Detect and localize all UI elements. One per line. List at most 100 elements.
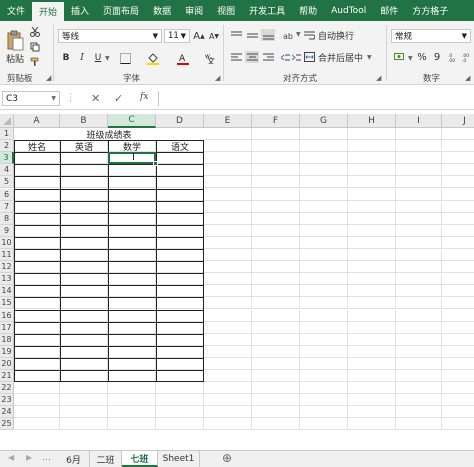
grid-cell[interactable] (252, 357, 300, 370)
grid-cell[interactable] (252, 370, 300, 383)
grid-cell[interactable] (252, 224, 300, 237)
grid-cell[interactable] (204, 188, 252, 201)
grid-cell[interactable] (396, 140, 442, 153)
table-header-cell[interactable]: 语文 (156, 140, 204, 153)
grow-font-button[interactable]: A ▲ (193, 29, 205, 43)
grid-cell[interactable] (348, 370, 396, 383)
align-bottom-button[interactable] (261, 29, 275, 41)
grid-cell[interactable] (14, 152, 60, 165)
grid-cell[interactable] (300, 140, 348, 153)
ribbon-tab[interactable]: 帮助 (292, 0, 324, 21)
grid-cell[interactable] (442, 164, 474, 177)
grid-cell[interactable] (156, 152, 204, 165)
grid-cell[interactable] (14, 321, 60, 334)
grid-cell[interactable] (396, 261, 442, 274)
table-header-cell[interactable]: 姓名 (14, 140, 60, 153)
row-header[interactable]: 4 (0, 164, 14, 177)
grid-cell[interactable] (204, 200, 252, 213)
row-header[interactable]: 21 (0, 370, 14, 383)
grid-cell[interactable] (300, 370, 348, 383)
row-header[interactable]: 23 (0, 394, 14, 407)
formula-input[interactable] (158, 91, 474, 106)
ribbon-tab[interactable]: 邮件 (373, 0, 405, 21)
grid-cell[interactable] (204, 164, 252, 177)
grid-cell[interactable] (348, 357, 396, 370)
row-header[interactable]: 5 (0, 176, 14, 189)
column-header[interactable]: G (300, 114, 348, 128)
ribbon-tab[interactable]: 视图 (210, 0, 242, 21)
ribbon-tab[interactable]: 文件 (0, 0, 32, 21)
grid-cell[interactable] (204, 261, 252, 274)
grid-cell[interactable] (108, 285, 156, 298)
grid-cell[interactable] (14, 345, 60, 358)
grid-cell[interactable] (252, 128, 300, 141)
grid-cell[interactable] (396, 333, 442, 346)
grid-cell[interactable] (442, 370, 474, 383)
align-left-button[interactable] (229, 51, 243, 63)
grid-cell[interactable] (442, 237, 474, 249)
column-header[interactable]: C (108, 114, 156, 128)
grid-cell[interactable] (156, 273, 204, 286)
sheet-tab[interactable]: 6月 (58, 451, 90, 467)
grid-cell[interactable] (156, 285, 204, 298)
grid-cell[interactable] (14, 370, 60, 383)
grid-cell[interactable] (60, 188, 108, 201)
grid-cell[interactable] (396, 200, 442, 213)
grid-cell[interactable] (300, 273, 348, 286)
grid-cell[interactable] (348, 382, 396, 395)
shrink-font-button[interactable]: A ▼ (208, 29, 220, 43)
grid-cell[interactable] (252, 200, 300, 213)
grid-cell[interactable] (60, 164, 108, 177)
grid-cell[interactable] (60, 273, 108, 286)
grid-cell[interactable] (204, 309, 252, 322)
ribbon-tab[interactable]: 数据 (146, 0, 178, 21)
grid-cell[interactable] (60, 309, 108, 322)
grid-cell[interactable] (60, 152, 108, 165)
align-right-button[interactable] (261, 51, 275, 63)
grid-cell[interactable] (348, 285, 396, 298)
grid-cell[interactable] (14, 394, 60, 407)
grid-cell[interactable] (156, 200, 204, 213)
grid-cell[interactable] (442, 334, 474, 346)
row-header[interactable]: 20 (0, 357, 14, 370)
grid-cell[interactable] (108, 200, 156, 213)
ribbon-tab[interactable]: 开始 (32, 2, 65, 21)
grid-cell[interactable] (300, 261, 348, 274)
chevron-down-icon[interactable]: ▼ (296, 31, 301, 38)
alignment-launcher-icon[interactable]: ◢ (376, 74, 381, 82)
align-middle-button[interactable] (245, 29, 259, 41)
grid-cell[interactable] (442, 189, 474, 201)
grid-cell[interactable] (396, 164, 442, 177)
fill-color-button[interactable] (146, 51, 160, 65)
ribbon-tab[interactable]: 插入 (64, 0, 96, 21)
fill-handle[interactable] (153, 161, 158, 167)
grid-cell[interactable] (204, 224, 252, 237)
row-header[interactable]: 12 (0, 261, 14, 274)
grid-cell[interactable] (108, 297, 156, 310)
grid-cell[interactable] (108, 418, 156, 431)
ribbon-tab[interactable]: 页面布局 (96, 0, 146, 21)
ribbon-tab[interactable]: 方方格子 (405, 0, 455, 21)
row-header[interactable]: 16 (0, 309, 14, 322)
italic-button[interactable]: I (76, 51, 88, 65)
row-header[interactable]: 13 (0, 273, 14, 286)
grid-cell[interactable] (300, 285, 348, 298)
font-launcher-icon[interactable]: ◢ (215, 74, 220, 82)
decrease-indent-button[interactable] (281, 51, 290, 63)
row-header[interactable]: 24 (0, 406, 14, 419)
grid-cell[interactable] (348, 140, 396, 153)
grid-cell[interactable] (156, 382, 204, 395)
grid-cell[interactable] (14, 224, 60, 237)
sheet-scroll-right-icon[interactable]: ▶ (26, 453, 32, 462)
grid-cell[interactable] (14, 176, 60, 189)
grid-cell[interactable] (60, 345, 108, 358)
grid-cell[interactable] (14, 273, 60, 286)
grid-cell[interactable] (300, 345, 348, 358)
grid-cell[interactable] (252, 345, 300, 358)
grid-cell[interactable] (442, 394, 474, 407)
grid-cell[interactable] (108, 345, 156, 358)
grid-cell[interactable] (442, 358, 474, 370)
row-header[interactable]: 14 (0, 285, 14, 298)
grid-cell[interactable] (396, 224, 442, 237)
grid-cell[interactable] (204, 128, 252, 141)
